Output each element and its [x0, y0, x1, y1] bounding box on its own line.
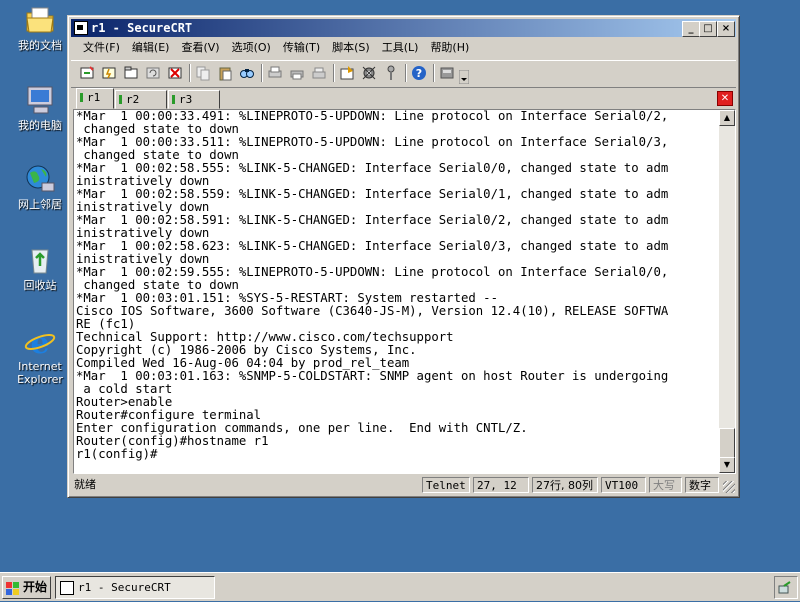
svg-text:e: e — [30, 326, 49, 357]
securecrt-icon — [60, 581, 74, 595]
help-icon[interactable]: ? — [411, 65, 427, 81]
terminal-line: a cold start — [76, 382, 173, 396]
desktop-icon-label: 我的电脑 — [18, 119, 62, 132]
resize-grip-icon[interactable] — [723, 481, 735, 493]
my-documents-icon — [24, 4, 56, 36]
svg-text:?: ? — [416, 67, 422, 80]
desktop-icon-internet-explorer[interactable]: e Internet Explorer — [8, 325, 72, 386]
desktop-icon-label: Internet Explorer — [17, 360, 63, 386]
toolbar-separator — [405, 64, 407, 82]
connect-in-tab-icon[interactable] — [123, 65, 139, 81]
title-bar[interactable]: r1 - SecureCRT _ □ × — [71, 19, 736, 37]
taskbar-item-label: r1 - SecureCRT — [78, 581, 171, 594]
status-cursor-position: 27, 12 — [473, 477, 529, 493]
toolbar-separator — [333, 64, 335, 82]
taskbar-item-securecrt[interactable]: r1 - SecureCRT — [55, 576, 215, 599]
scroll-thumb[interactable] — [719, 428, 735, 458]
scroll-up-button[interactable]: ▲ — [719, 110, 735, 126]
menu-script[interactable]: 脚本(S) — [326, 38, 376, 58]
terminal-line: r1(config)# — [76, 447, 158, 461]
recycle-bin-icon — [24, 244, 56, 276]
toolbar-overflow-icon[interactable] — [458, 69, 470, 85]
menu-tools[interactable]: 工具(L) — [376, 38, 425, 58]
desktop-icon-label: 我的文档 — [18, 39, 62, 52]
print-setup-icon[interactable] — [311, 65, 327, 81]
desktop-icon-network-places[interactable]: 网上邻居 — [8, 163, 72, 211]
paste-icon[interactable] — [217, 65, 233, 81]
scroll-down-button[interactable]: ▼ — [719, 457, 735, 473]
desktop-icon-my-documents[interactable]: 我的文档 — [8, 4, 72, 52]
status-ready: 就绪 — [74, 478, 96, 491]
find-icon[interactable] — [239, 65, 255, 81]
connect-icon[interactable] — [79, 65, 95, 81]
quick-connect-icon[interactable] — [101, 65, 117, 81]
status-protocol: Telnet — [422, 477, 470, 493]
start-button[interactable]: 开始 — [2, 576, 51, 599]
network-tray-icon[interactable] — [778, 580, 792, 599]
toolbar-separator — [433, 64, 435, 82]
session-tabs: r1 r2 r3 ✕ — [71, 88, 736, 109]
taskbar: 开始 r1 - SecureCRT — [0, 572, 800, 601]
keymap-icon[interactable] — [439, 65, 455, 81]
terminal-line: *Mar 1 00:03:01.163: %SNMP-5-COLDSTART: … — [76, 369, 669, 383]
status-num-lock: 数字 — [685, 477, 719, 493]
minimize-button[interactable]: _ — [682, 21, 700, 37]
menu-bar: 文件(F) 编辑(E) 查看(V) 选项(O) 传输(T) 脚本(S) 工具(L) 帮助(H) — [71, 38, 736, 58]
disconnect-icon[interactable] — [167, 65, 183, 81]
session-options-icon[interactable] — [339, 65, 355, 81]
status-screen-size: 27行, 80列 — [532, 477, 598, 493]
menu-view[interactable]: 查看(V) — [175, 38, 225, 58]
tab-r3[interactable]: r3 — [168, 90, 220, 109]
toolbar-separator — [189, 64, 191, 82]
start-label: 开始 — [23, 580, 48, 594]
windows-logo-icon — [6, 581, 20, 595]
status-bar: 就绪 Telnet 27, 12 27行, 80列 VT100 大写 数字 — [71, 476, 736, 494]
terminal-line: Cisco IOS Software, 3600 Software (C3640… — [76, 304, 669, 318]
global-options-icon[interactable] — [361, 65, 377, 81]
close-button[interactable]: × — [717, 21, 735, 37]
window-title: r1 - SecureCRT — [91, 21, 193, 35]
menu-edit[interactable]: 编辑(E) — [126, 38, 176, 58]
securecrt-window: r1 - SecureCRT _ □ × 文件(F) 编辑(E) 查看(V) 选项(O… — [67, 15, 740, 498]
print-icon[interactable] — [267, 65, 283, 81]
print-selection-icon[interactable] — [289, 65, 305, 81]
copy-icon[interactable] — [195, 65, 211, 81]
menu-file[interactable]: 文件(F) — [77, 38, 126, 58]
desktop-icon-recycle-bin[interactable]: 回收站 — [8, 244, 72, 292]
desktop-icon-label: 回收站 — [23, 279, 57, 292]
connected-indicator-icon — [80, 93, 83, 102]
network-places-icon — [24, 163, 56, 195]
menu-help[interactable]: 帮助(H) — [424, 38, 475, 58]
terminal-line: Router(config)#hostname r1 — [76, 434, 269, 448]
desktop-icon-label: 网上邻居 — [18, 198, 62, 211]
status-emulation: VT100 — [601, 477, 646, 493]
reconnect-icon[interactable] — [145, 65, 161, 81]
maximize-button[interactable]: □ — [699, 21, 717, 37]
connected-indicator-icon — [119, 95, 122, 104]
tab-r2[interactable]: r2 — [115, 90, 167, 109]
status-caps-lock: 大写 — [649, 477, 682, 493]
app-icon — [74, 21, 88, 35]
menu-options[interactable]: 选项(O) — [226, 38, 277, 58]
my-computer-icon — [24, 84, 56, 116]
key-generation-icon[interactable] — [383, 65, 399, 81]
vertical-scrollbar[interactable]: ▲ ▼ — [719, 110, 735, 473]
terminal-output[interactable]: *Mar 1 00:00:33.491: %LINEPROTO-5-UPDOWN… — [76, 110, 716, 470]
toolbar-separator — [261, 64, 263, 82]
connected-indicator-icon — [172, 95, 175, 104]
toolbar: ? — [71, 60, 736, 88]
menu-transfer[interactable]: 传输(T) — [277, 38, 326, 58]
tab-r1[interactable]: r1 — [76, 88, 114, 109]
terminal-area[interactable]: *Mar 1 00:00:33.491: %LINEPROTO-5-UPDOWN… — [73, 109, 736, 474]
system-tray — [774, 576, 798, 599]
close-tab-button[interactable]: ✕ — [717, 91, 733, 106]
internet-explorer-icon: e — [24, 325, 56, 361]
desktop-icon-my-computer[interactable]: 我的电脑 — [8, 84, 72, 132]
